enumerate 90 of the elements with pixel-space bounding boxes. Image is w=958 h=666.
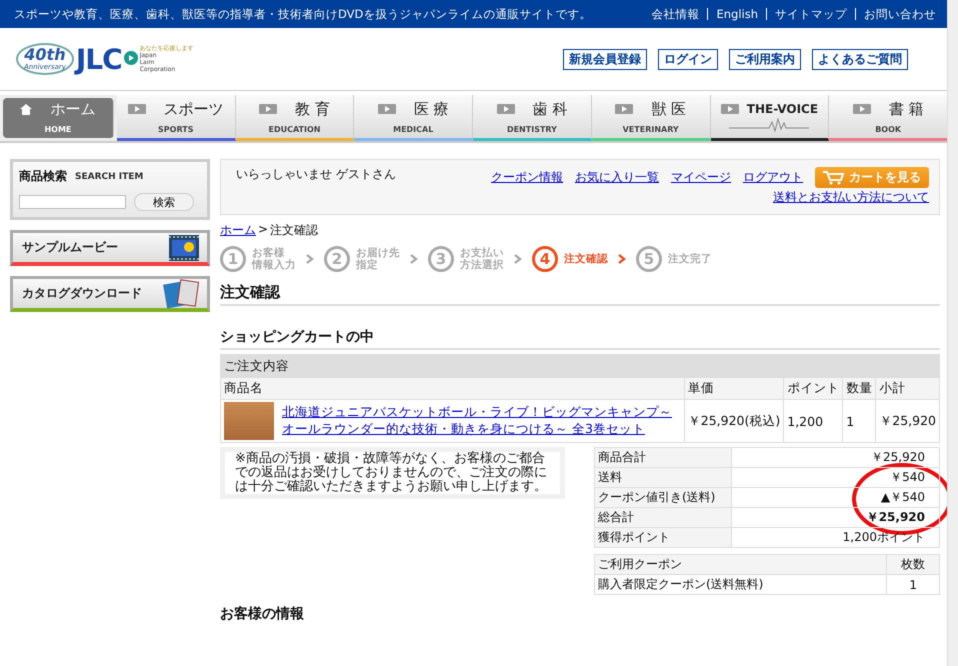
chevron-icon <box>410 254 418 264</box>
header-button[interactable]: ご利用案内 <box>729 48 801 70</box>
video-icon <box>720 104 739 114</box>
search-button[interactable]: 検索 <box>134 193 194 211</box>
table-cell: 総合計 <box>594 508 732 528</box>
header-button[interactable]: ログイン <box>658 48 718 70</box>
header-link[interactable]: お問い合わせ <box>864 6 936 22</box>
table-cell: ￥25,920 <box>732 508 940 528</box>
video-icon <box>378 104 396 114</box>
site-tagline: スポーツや教育、医療、歯科、獣医等の指導者・技術者向けDVDを扱うジャパンライムの通販サイトです。 <box>14 6 592 22</box>
table-cell: ￥25,920(税込) <box>684 400 784 442</box>
sidebar-banner[interactable]: カタログダウンロード <box>10 276 210 312</box>
table-cell: 商品合計 <box>594 448 732 468</box>
chevron-icon <box>618 254 626 264</box>
step-number: 2 <box>324 246 350 272</box>
search-subtitle: SEARCH ITEM <box>75 172 144 182</box>
account-link[interactable]: クーポン情報 <box>491 169 563 186</box>
table-cell: 購入者限定クーポン(送料無料) <box>594 574 887 594</box>
breadcrumb-link[interactable]: ホーム <box>220 222 256 239</box>
header-link[interactable]: English <box>716 7 758 21</box>
nav-tab[interactable]: THE-VOICE <box>710 95 830 141</box>
step-number: 3 <box>428 246 454 272</box>
account-link[interactable]: マイページ <box>671 169 731 186</box>
step-number: 5 <box>636 246 662 272</box>
account-link[interactable]: お気に入り一覧 <box>575 169 659 186</box>
step-label: お支払い 方法選択 <box>460 247 504 271</box>
video-icon <box>852 104 871 114</box>
table-cell: ￥25,920 <box>732 448 940 468</box>
step-number: 4 <box>532 246 558 272</box>
search-field[interactable] <box>19 195 126 209</box>
video-icon <box>496 104 515 114</box>
cart-icon <box>823 170 845 184</box>
table-cell: 1,200ポイント <box>732 528 940 548</box>
table-cell: 1 <box>842 400 876 442</box>
search-title: 商品検索 <box>19 168 67 185</box>
nav-tab[interactable]: ホーム HOME <box>3 98 114 138</box>
table-cell: ▲￥540 <box>732 488 940 508</box>
column-header: 商品名 <box>220 378 684 400</box>
table-cell: 1 <box>886 574 940 594</box>
notice-text: ※商品の汚損・破損・故障等がなく、お客様のご都合での返品はお受けしておりませんので、ご注文の際には十分ご確認いただきますようお願い申し上げます。 <box>225 452 560 494</box>
logo-wordmark: JLC <box>76 42 122 76</box>
table-caption: ご注文内容 <box>220 354 940 378</box>
nav-tab[interactable]: 医 療 MEDICAL <box>354 95 474 141</box>
column-header: ご利用クーポン <box>594 554 887 574</box>
video-icon <box>615 104 634 114</box>
page-title: 注文確認 <box>220 283 940 306</box>
table-cell: クーポン値引き(送料) <box>594 488 732 508</box>
nav-tab[interactable]: 教 育 EDUCATION <box>236 95 354 141</box>
scrollbar[interactable] <box>947 0 958 666</box>
step-label: お客様 情報入力 <box>252 247 296 271</box>
play-icon <box>124 50 138 68</box>
nav-tab[interactable]: 獣 医 VETERINARY <box>592 95 711 141</box>
section-title: ショッピングカートの中 <box>220 328 940 350</box>
waveform-icon <box>729 118 810 132</box>
step-label: 注文確認 <box>564 253 608 265</box>
nav-tab[interactable]: スポーツ SPORTS <box>116 95 236 141</box>
sidebar-banner[interactable]: サンプルムービー <box>10 230 210 266</box>
video-icon <box>259 104 278 114</box>
video-icon <box>128 104 146 114</box>
step-number: 1 <box>220 246 246 272</box>
home-icon <box>20 104 32 114</box>
account-link[interactable]: ログアウト <box>743 169 803 186</box>
table-cell: ￥540 <box>732 468 940 488</box>
catalog-icon <box>163 278 199 308</box>
header-button[interactable]: よくあるご質問 <box>812 48 908 70</box>
column-header: 小計 <box>876 378 940 400</box>
chevron-icon <box>514 254 522 264</box>
column-header: 枚数 <box>886 554 940 574</box>
film-icon <box>169 234 199 260</box>
section-title: お客様の情報 <box>220 605 305 623</box>
chevron-icon <box>306 254 314 264</box>
breadcrumb-current: 注文確認 <box>270 222 318 239</box>
nav-tab[interactable]: 書 籍 BOOK <box>829 95 948 141</box>
table-cell: 1,200 <box>784 400 843 442</box>
photo-placeholder <box>224 402 274 440</box>
header-button[interactable]: 新規会員登録 <box>563 48 647 70</box>
table-cell: ￥25,920 <box>876 400 940 442</box>
step-label: 注文完了 <box>668 253 712 265</box>
table-cell: 送料 <box>594 468 732 488</box>
greeting-text: いらっしゃいませ ゲストさん <box>236 166 396 183</box>
header-link[interactable]: サイトマップ <box>775 6 847 22</box>
column-header: ポイント <box>784 378 843 400</box>
nav-tab[interactable]: 歯 科 DENTISTRY <box>473 95 592 141</box>
shipping-link[interactable]: 送料とお支払い方法について <box>773 189 929 206</box>
table-cell: 獲得ポイント <box>594 528 732 548</box>
column-header: 単価 <box>684 378 784 400</box>
column-header: 数量 <box>842 378 876 400</box>
step-label: お届け先 指定 <box>356 247 400 271</box>
breadcrumb-separator: > <box>258 222 268 238</box>
header-link[interactable]: 会社情報 <box>651 6 700 22</box>
